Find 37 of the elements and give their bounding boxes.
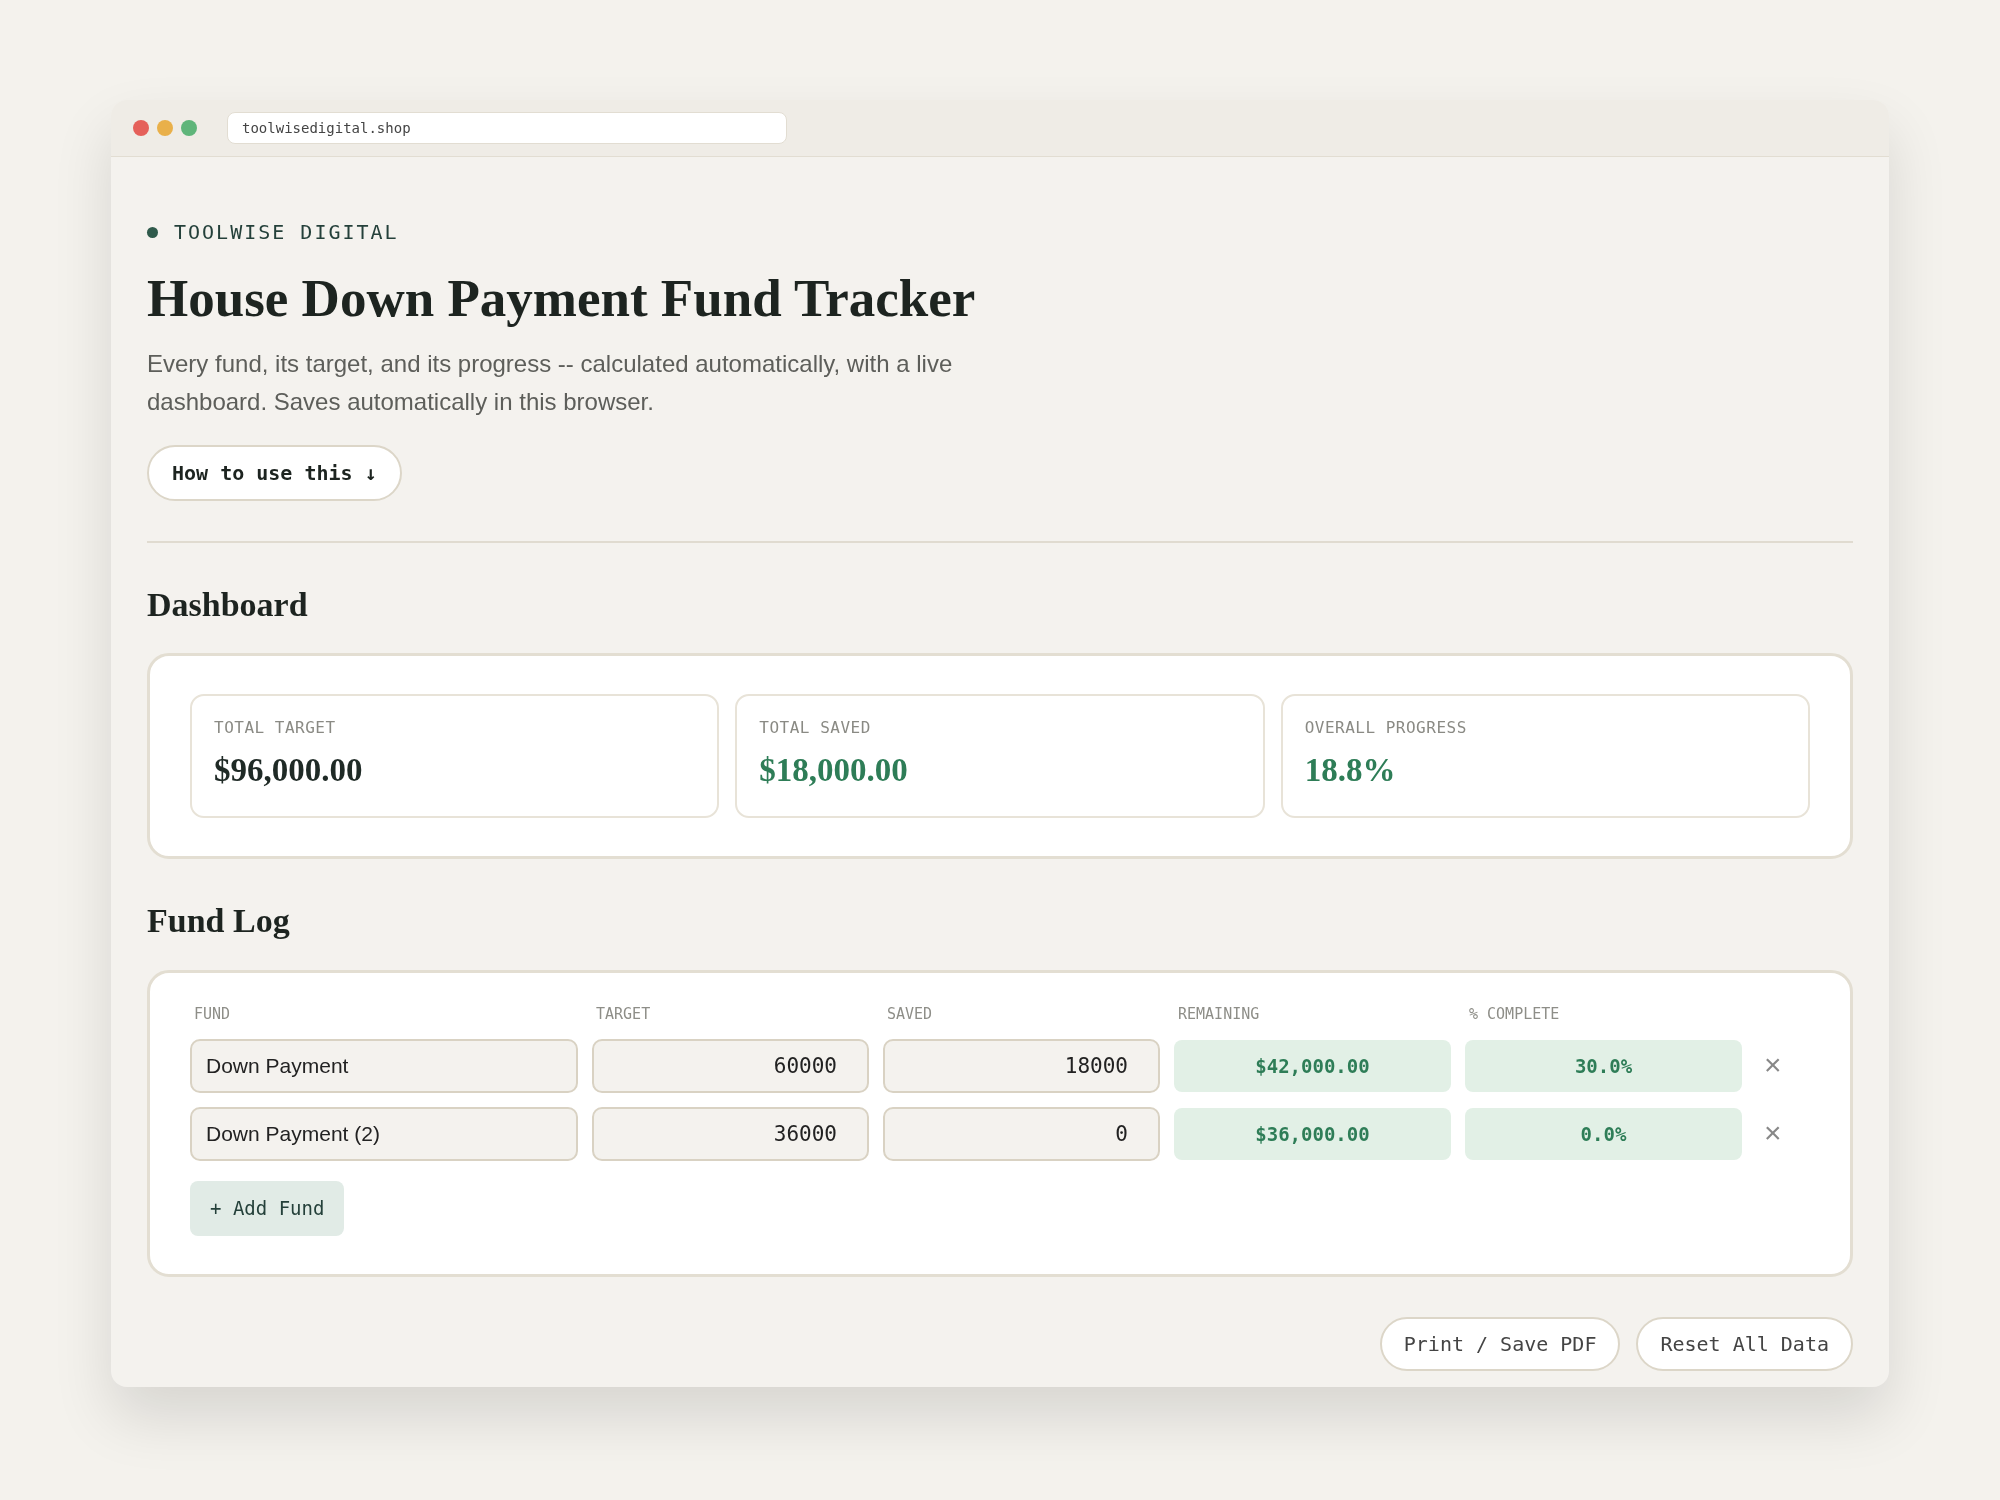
column-header: FUND (193, 1003, 232, 1025)
column-header: SAVED (886, 1003, 934, 1025)
window-control-dot[interactable] (157, 120, 173, 136)
saved-field[interactable]: 18000 (883, 1039, 1160, 1094)
brand-dot-icon (147, 226, 158, 238)
stat-label: TOTAL SAVED (759, 717, 872, 740)
remaining-value: $42,000.00 (1174, 1040, 1451, 1093)
delete-row-button[interactable]: × (1756, 1050, 1790, 1081)
stat-label: TOTAL TARGET (214, 717, 337, 740)
target-field[interactable]: 60000 (592, 1039, 869, 1094)
how-to-use-button[interactable]: How to use this ↓ (147, 444, 402, 501)
address-bar[interactable]: toolwisedigital.shop (227, 112, 787, 144)
column-header: TARGET (595, 1003, 652, 1025)
target-field[interactable]: 36000 (592, 1107, 869, 1162)
stat-value: 18.8% (1304, 751, 1397, 791)
remaining-value: $36,000.00 (1174, 1108, 1451, 1161)
column-header: REMAINING (1177, 1003, 1261, 1025)
stat-value: $18,000.00 (759, 751, 909, 791)
column-header: % COMPLETE (1468, 1003, 1561, 1025)
section-heading: Fund Log (147, 900, 291, 941)
delete-row-button[interactable]: × (1756, 1118, 1790, 1149)
page-title: House Down Payment Fund Tracker (147, 268, 977, 329)
footer-button[interactable]: Print / Save PDF (1379, 1316, 1621, 1371)
stat-label: OVERALL PROGRESS (1304, 717, 1468, 740)
section-heading: Dashboard (147, 584, 309, 625)
saved-field[interactable]: 0 (883, 1107, 1160, 1162)
percent-complete-value: 0.0% (1465, 1108, 1742, 1161)
window-control-dot[interactable] (181, 120, 197, 136)
fund-name-field[interactable]: Down Payment (2) (190, 1107, 578, 1162)
page-subtitle: Every fund, its target, and its progress -- calculated automatically, with a live dashboard. Saves automatically in this browser. (147, 348, 954, 417)
window-control-dot[interactable] (133, 120, 149, 136)
stat-value: $96,000.00 (214, 751, 364, 791)
percent-complete-value: 30.0% (1465, 1040, 1742, 1093)
brand-name: TOOLWISE DIGITAL (174, 219, 399, 246)
footer-button[interactable]: Reset All Data (1636, 1316, 1853, 1371)
add-fund-button[interactable]: + Add Fund (190, 1181, 345, 1236)
fund-name-field[interactable]: Down Payment (190, 1039, 578, 1094)
